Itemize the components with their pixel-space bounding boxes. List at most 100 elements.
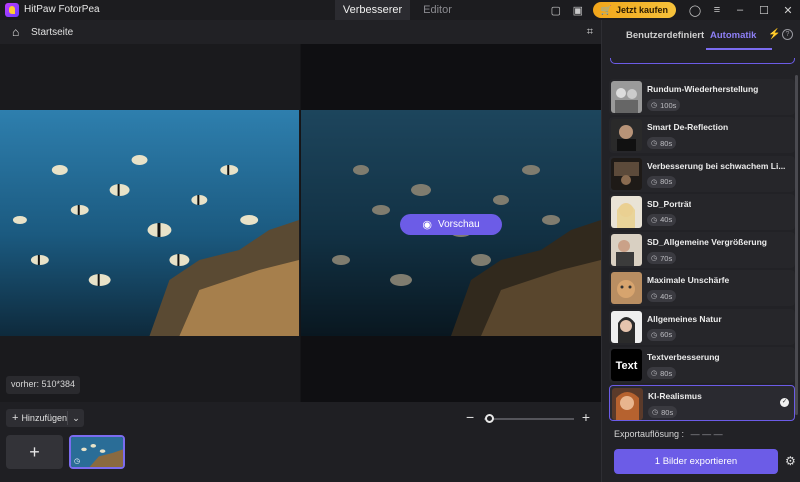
image-size-label: vorher: 510*384 bbox=[6, 376, 81, 394]
export-resolution-value: — — — bbox=[690, 429, 723, 439]
model-panel: Benutzerdefiniert Automatik ⚡ ? Rundum-W… bbox=[601, 20, 800, 482]
clock-icon: ◷ bbox=[651, 102, 658, 109]
clock-icon: ◷ bbox=[651, 255, 658, 263]
model-thumbnail bbox=[611, 272, 642, 305]
model-list: Rundum-Wiederherstellung ◷ 100s Smart De-… bbox=[609, 79, 797, 424]
clock-icon: ◷ bbox=[651, 178, 658, 186]
model-time-badge: ◷ 40s bbox=[647, 290, 677, 303]
model-name: Allgemeines Natur bbox=[647, 313, 722, 324]
clock-icon: ◷ bbox=[74, 458, 81, 465]
account-icon[interactable]: ◯ bbox=[686, 0, 704, 20]
model-time-badge: ◷ 60s bbox=[647, 328, 677, 341]
model-time-badge: ◷ 80s bbox=[647, 175, 677, 188]
model-name: SD_Porträt bbox=[647, 198, 692, 209]
minimize-button[interactable]: – bbox=[728, 0, 752, 20]
model-card[interactable]: Verbesserung bei schwachem Li... ◷ 80s bbox=[609, 155, 795, 192]
maximize-button[interactable]: ☐ bbox=[752, 0, 776, 20]
mode-tabs: Verbesserer Editor bbox=[335, 0, 465, 20]
close-button[interactable]: ✕ bbox=[776, 0, 800, 20]
model-card-selected[interactable]: KI-Realismus ◷ 80s ✓ bbox=[609, 385, 795, 422]
before-image bbox=[0, 110, 299, 336]
zoom-control: − + bbox=[466, 409, 590, 426]
model-thumbnail bbox=[611, 195, 642, 228]
title-bar-actions: ▢ ▣ 🛒 Jetzt kaufen ◯ ≡ – ☐ ✕ bbox=[545, 0, 800, 20]
model-time: 80s bbox=[660, 368, 673, 378]
clock-icon: ◷ bbox=[652, 409, 659, 417]
buy-now-button[interactable]: 🛒 Jetzt kaufen bbox=[592, 2, 676, 18]
model-thumbnail bbox=[611, 157, 642, 190]
add-label: Hinzufügen bbox=[21, 413, 67, 423]
clock-icon: ◷ bbox=[651, 140, 658, 148]
add-file-tile[interactable]: + bbox=[6, 435, 63, 469]
model-thumbnail: Text bbox=[611, 349, 642, 382]
zoom-in-button[interactable]: + bbox=[582, 409, 590, 425]
app-logo-icon bbox=[5, 3, 19, 17]
model-card[interactable]: Maximale Unschärfe ◷ 40s bbox=[609, 270, 795, 307]
clock-icon: ◷ bbox=[651, 216, 658, 224]
title-bar: HitPaw FotorPea Verbesserer Editor ▢ ▣ 🛒… bbox=[0, 0, 800, 20]
add-image-button[interactable]: + Hinzufügen ⌄ bbox=[6, 409, 84, 427]
tab-verbesserer[interactable]: Verbesserer bbox=[335, 0, 410, 20]
model-card[interactable]: Rundum-Wiederherstellung ◷ 100s bbox=[609, 79, 795, 115]
model-time-badge: ◷ 80s bbox=[647, 367, 677, 380]
panel-tabs: Benutzerdefiniert Automatik ⚡ ? bbox=[602, 20, 800, 50]
model-time: 80s bbox=[661, 407, 674, 417]
model-name: SD_Allgemeine Vergrößerung bbox=[647, 237, 767, 248]
clock-icon: ◷ bbox=[651, 293, 658, 301]
model-thumbnail bbox=[611, 234, 642, 267]
model-name: Textverbesserung bbox=[647, 352, 720, 363]
tab-editor[interactable]: Editor bbox=[410, 0, 465, 20]
model-name: Smart De-Reflection bbox=[647, 122, 729, 133]
model-time: 80s bbox=[660, 177, 673, 187]
model-card[interactable]: SD_Porträt ◷ 40s bbox=[609, 193, 795, 230]
tab-automatik[interactable]: Automatik bbox=[710, 30, 756, 41]
feedback-icon[interactable]: ▢ bbox=[547, 0, 565, 20]
chevron-down-icon[interactable]: ⌄ bbox=[68, 413, 84, 424]
eye-icon: ◉ bbox=[422, 219, 432, 231]
model-name: Verbesserung bei schwachem Li... bbox=[647, 160, 786, 171]
checkmark-icon: ✓ bbox=[780, 398, 789, 408]
home-icon[interactable]: ⌂ bbox=[12, 25, 19, 39]
zoom-slider[interactable] bbox=[484, 418, 574, 420]
model-card[interactable]: Text Textverbesserung ◷ 80s bbox=[609, 347, 795, 384]
bag-icon[interactable]: ▣ bbox=[569, 0, 587, 20]
lightning-icon: ⚡ bbox=[768, 29, 781, 40]
clock-icon: ◷ bbox=[651, 370, 658, 378]
model-name: KI-Realismus bbox=[648, 391, 702, 402]
zoom-slider-handle[interactable] bbox=[485, 414, 494, 423]
export-resolution-label: Exportauflösung : bbox=[614, 429, 685, 439]
zoom-out-button[interactable]: − bbox=[466, 409, 474, 425]
model-time-badge: ◷ 80s bbox=[647, 137, 677, 150]
export-button[interactable]: 1 Bilder exportieren bbox=[614, 449, 778, 474]
model-thumbnail bbox=[611, 119, 642, 152]
gear-icon[interactable]: ⚙ bbox=[785, 454, 796, 468]
model-time: 40s bbox=[660, 291, 673, 301]
collapsed-card bbox=[610, 58, 795, 64]
export-resolution: Exportauflösung : — — — bbox=[614, 429, 723, 439]
preview-button[interactable]: ◉ Vorschau bbox=[400, 214, 502, 235]
model-list-scrollbar[interactable] bbox=[795, 75, 798, 415]
compare-icon[interactable]: ⌗ bbox=[587, 26, 593, 39]
app-title: HitPaw FotorPea bbox=[24, 4, 100, 15]
model-card[interactable]: Smart De-Reflection ◷ 80s bbox=[609, 117, 795, 154]
model-time: 40s bbox=[660, 215, 673, 225]
model-thumbnail bbox=[612, 388, 643, 421]
model-time: 60s bbox=[660, 330, 673, 340]
image-thumbnail[interactable]: ◷ bbox=[69, 435, 125, 469]
plus-icon: + bbox=[12, 412, 19, 424]
buy-now-label: Jetzt kaufen bbox=[615, 5, 668, 15]
help-icon[interactable]: ? bbox=[782, 29, 793, 40]
model-time-badge: ◷ 80s bbox=[648, 406, 678, 419]
home-link[interactable]: Startseite bbox=[31, 27, 73, 38]
bottom-bar: + Hinzufügen ⌄ − + + ◷ bbox=[0, 402, 601, 482]
active-tab-indicator bbox=[706, 48, 772, 50]
model-card[interactable]: SD_Allgemeine Vergrößerung ◷ 70s bbox=[609, 232, 795, 269]
model-time-badge: ◷ 70s bbox=[647, 252, 677, 265]
model-card[interactable]: Allgemeines Natur ◷ 60s bbox=[609, 308, 795, 345]
model-time-badge: ◷ 100s bbox=[647, 99, 681, 111]
app-window: HitPaw FotorPea Verbesserer Editor ▢ ▣ 🛒… bbox=[0, 0, 800, 482]
model-thumbnail bbox=[611, 310, 642, 343]
model-time: 80s bbox=[660, 138, 673, 148]
menu-icon[interactable]: ≡ bbox=[708, 0, 726, 20]
tab-benutzerdefiniert[interactable]: Benutzerdefiniert bbox=[626, 30, 704, 41]
